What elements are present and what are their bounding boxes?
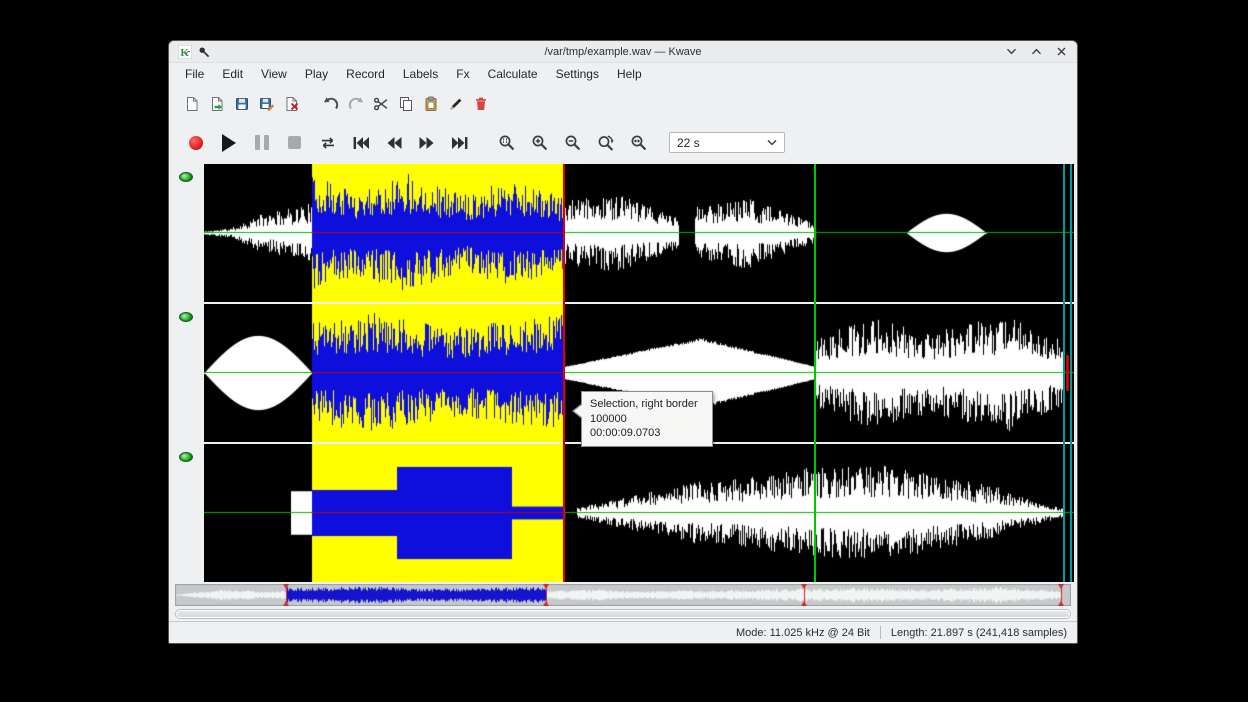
new-file-button[interactable]	[179, 91, 204, 117]
skip-to-end-button[interactable]	[443, 128, 476, 158]
chevron-down-icon	[767, 139, 777, 146]
zoom-normal-button[interactable]	[589, 128, 622, 158]
cursor-line	[1063, 164, 1065, 582]
status-separator	[880, 626, 881, 639]
play-button[interactable]	[212, 128, 245, 158]
record-icon	[189, 136, 203, 150]
delete-trash-button[interactable]	[468, 91, 493, 117]
track-2-enable-led[interactable]	[179, 312, 193, 322]
menu-fx[interactable]: Fx	[447, 65, 478, 83]
kwave-app-icon: K	[178, 45, 192, 59]
end-of-file-line	[1070, 164, 1072, 582]
menu-settings[interactable]: Settings	[547, 65, 608, 83]
close-button[interactable]	[1055, 45, 1068, 58]
waveform-track-1[interactable]	[204, 164, 1074, 302]
stop-icon	[288, 136, 301, 149]
overview-strip	[175, 584, 1071, 606]
record-button[interactable]	[179, 128, 212, 158]
loop-button[interactable]	[311, 128, 344, 158]
zoom-out-button[interactable]	[556, 128, 589, 158]
track-3-enable-led[interactable]	[179, 452, 193, 462]
menu-record[interactable]: Record	[337, 65, 394, 83]
menubar: File Edit View Play Record Labels Fx Cal…	[169, 63, 1077, 85]
selection-tooltip: Selection, right border 100000 00:00:09.…	[581, 391, 713, 447]
horizontal-scrollbar[interactable]	[175, 609, 1071, 619]
tooltip-samples: 100000	[590, 412, 704, 427]
svg-text:K: K	[180, 47, 189, 59]
transport-toolbar: 22 s	[169, 122, 1077, 163]
skip-to-start-icon	[352, 135, 370, 151]
window-title: /var/tmp/example.wav — Kwave	[269, 46, 977, 58]
tooltip-title: Selection, right border	[590, 397, 704, 412]
label-marker-line[interactable]	[814, 164, 816, 582]
forward-button[interactable]	[410, 128, 443, 158]
zoom-in-button[interactable]	[523, 128, 556, 158]
close-file-button[interactable]	[279, 91, 304, 117]
save-file-button[interactable]	[229, 91, 254, 117]
zoom-selection-icon	[498, 134, 516, 151]
zoom-out-icon	[564, 134, 582, 151]
file-toolbar	[169, 85, 1077, 122]
waveform-track-3[interactable]	[204, 444, 1074, 582]
menu-labels[interactable]: Labels	[394, 65, 447, 83]
menu-edit[interactable]: Edit	[213, 65, 252, 83]
track-control-strip	[169, 164, 204, 582]
play-icon	[222, 134, 236, 152]
status-length: Length: 21.897 s (241,418 samples)	[891, 627, 1067, 639]
menu-view[interactable]: View	[252, 65, 296, 83]
copy-button[interactable]	[393, 91, 418, 117]
maximize-button[interactable]	[1030, 45, 1043, 58]
selection-right-border-line[interactable]	[563, 164, 565, 582]
zoom-combobox[interactable]: 22 s	[669, 132, 785, 153]
save-as-button[interactable]	[254, 91, 279, 117]
skip-to-start-button[interactable]	[344, 128, 377, 158]
status-mode: Mode: 11.025 kHz @ 24 Bit	[736, 627, 870, 639]
paste-button[interactable]	[418, 91, 443, 117]
statusbar: Mode: 11.025 kHz @ 24 Bit Length: 21.897…	[169, 621, 1077, 643]
redo-button[interactable]	[343, 91, 368, 117]
pause-button[interactable]	[245, 128, 278, 158]
menu-calculate[interactable]: Calculate	[479, 65, 547, 83]
zoom-in-icon	[531, 134, 549, 151]
rewind-button[interactable]	[377, 128, 410, 158]
zoom-normal-icon	[597, 134, 615, 151]
undo-button[interactable]	[318, 91, 343, 117]
zoom-combobox-value: 22 s	[677, 136, 763, 150]
kwave-window: K /var/tmp/example.wav — Kwave File Edit…	[168, 40, 1078, 644]
signal-area: Selection, right border 100000 00:00:09.…	[169, 163, 1077, 582]
track-stack: Selection, right border 100000 00:00:09.…	[204, 164, 1074, 582]
rewind-icon	[385, 135, 403, 151]
scrollbar-handle[interactable]	[177, 611, 1069, 617]
skip-to-end-icon	[451, 135, 469, 151]
minimize-button[interactable]	[1005, 45, 1018, 58]
open-file-button[interactable]	[204, 91, 229, 117]
titlebar[interactable]: K /var/tmp/example.wav — Kwave	[169, 41, 1077, 63]
pin-icon[interactable]	[198, 46, 210, 58]
track-1-enable-led[interactable]	[179, 172, 193, 182]
draw-pen-button[interactable]	[443, 91, 468, 117]
menu-file[interactable]: File	[176, 65, 213, 83]
overview-canvas[interactable]	[175, 584, 1071, 606]
stop-button[interactable]	[278, 128, 311, 158]
menu-play[interactable]: Play	[296, 65, 337, 83]
tooltip-time: 00:00:09.0703	[590, 426, 704, 441]
zoom-all-icon	[630, 134, 648, 151]
pause-icon	[255, 135, 269, 150]
zoom-selection-button[interactable]	[490, 128, 523, 158]
menu-help[interactable]: Help	[608, 65, 651, 83]
cut-button[interactable]	[368, 91, 393, 117]
forward-icon	[418, 135, 436, 151]
zoom-all-button[interactable]	[622, 128, 655, 158]
loop-icon	[319, 135, 337, 151]
